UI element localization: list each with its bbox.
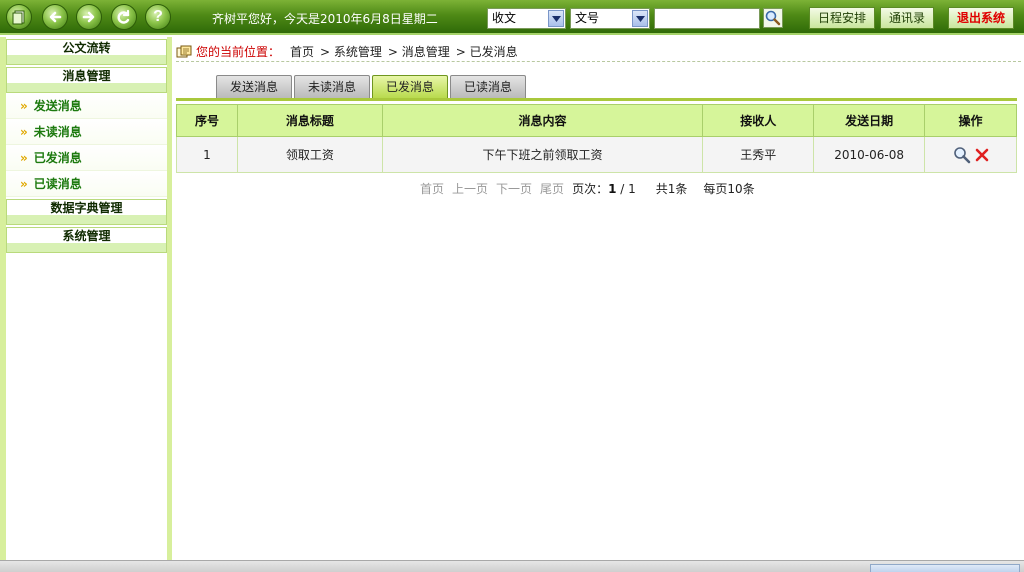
total-count: 共1条 xyxy=(655,182,688,196)
top-toolbar: ? 齐树平您好，今天是2010年6月8日星期二 收文 文号 日程安排 通讯录 退… xyxy=(0,0,1024,35)
cell-title: 领取工资 xyxy=(236,136,383,173)
table-row: 1 领取工资 下午下班之前领取工资 王秀平 2010-06-08 xyxy=(176,136,1017,173)
breadcrumb-home[interactable]: 首页 xyxy=(290,43,314,60)
sidebar-section-document-flow[interactable]: 公文流转 xyxy=(6,39,167,65)
window-bottom-strip xyxy=(0,560,1024,572)
delete-icon[interactable] xyxy=(975,148,989,162)
double-chevron-icon: » xyxy=(20,124,28,139)
category-select[interactable]: 收文 xyxy=(487,8,566,29)
tab-unread-messages[interactable]: 未读消息 xyxy=(294,75,370,99)
message-tabs: 发送消息 未读消息 已发消息 已读消息 xyxy=(216,75,526,99)
total-pages: 1 xyxy=(628,182,636,196)
category-select-value: 收文 xyxy=(492,11,517,25)
sidebar-item-label: 发送消息 xyxy=(33,99,82,113)
double-chevron-icon: » xyxy=(20,150,28,165)
help-glyph: ? xyxy=(153,8,163,25)
tab-sent-messages[interactable]: 已发消息 xyxy=(372,75,448,99)
location-icon xyxy=(176,45,192,57)
cell-index: 1 xyxy=(176,136,238,173)
current-page: 1 xyxy=(608,182,617,196)
chevron-down-icon[interactable] xyxy=(548,10,564,27)
first-page-link[interactable]: 首页 xyxy=(420,180,444,197)
last-page-link[interactable]: 尾页 xyxy=(540,180,564,197)
schedule-button[interactable]: 日程安排 xyxy=(809,7,876,29)
back-arrow-icon[interactable] xyxy=(42,4,68,30)
column-header-actions: 操作 xyxy=(924,104,1017,137)
next-page-link[interactable]: 下一页 xyxy=(496,180,532,197)
page-label: 页次： xyxy=(572,182,609,196)
help-icon[interactable]: ? xyxy=(145,4,171,30)
cell-content: 下午下班之前领取工资 xyxy=(381,136,704,173)
sidebar-item-label: 已发消息 xyxy=(33,151,82,165)
tab-divider xyxy=(176,98,1017,101)
breadcrumb-message-management[interactable]: > 消息管理 xyxy=(388,43,450,60)
sidebar-item-label: 已读消息 xyxy=(33,177,82,191)
tab-read-messages[interactable]: 已读消息 xyxy=(450,75,526,99)
sidebar-section-data-dictionary[interactable]: 数据字典管理 xyxy=(6,199,167,225)
chevron-down-icon[interactable] xyxy=(632,10,648,27)
column-header-content: 消息内容 xyxy=(381,104,704,137)
sidebar-item-sent-messages[interactable]: » 已发消息 xyxy=(6,145,167,171)
main-content: 您的当前位置： 首页 > 系统管理 > 消息管理 > 已发消息 发送消息 未读消… xyxy=(172,37,1024,560)
column-header-date: 发送日期 xyxy=(813,104,926,137)
logout-button[interactable]: 退出系统 xyxy=(948,7,1015,29)
system-tray xyxy=(870,564,1020,572)
breadcrumb-system-management[interactable]: > 系统管理 xyxy=(320,43,382,60)
column-header-title: 消息标题 xyxy=(236,104,383,137)
double-chevron-icon: » xyxy=(20,98,28,113)
cell-receiver: 王秀平 xyxy=(702,136,815,173)
search-input[interactable] xyxy=(654,8,760,29)
sidebar-item-read-messages[interactable]: » 已读消息 xyxy=(6,171,167,197)
sidebar-item-label: 未读消息 xyxy=(33,125,82,139)
breadcrumb-current: > 已发消息 xyxy=(455,45,518,59)
column-header-index: 序号 xyxy=(176,104,238,137)
greeting-text: 齐树平您好，今天是2010年6月8日星期二 xyxy=(212,12,438,26)
sidebar-section-message-management[interactable]: 消息管理 xyxy=(6,67,167,93)
sidebar: 公文流转 消息管理 » 发送消息 » 未读消息 » 已发消息 » 已读消息 数据… xyxy=(0,37,172,560)
view-icon[interactable] xyxy=(953,146,971,164)
cell-actions xyxy=(924,136,1017,173)
field-select-value: 文号 xyxy=(575,11,600,25)
double-chevron-icon: » xyxy=(20,176,28,191)
column-header-receiver: 接收人 xyxy=(702,104,815,137)
sidebar-section-label: 消息管理 xyxy=(62,69,111,83)
cell-date: 2010-06-08 xyxy=(813,136,926,173)
per-page: 每页10条 xyxy=(703,182,755,196)
prev-page-link[interactable]: 上一页 xyxy=(452,180,488,197)
sidebar-section-label: 数据字典管理 xyxy=(50,201,123,215)
sidebar-section-label: 系统管理 xyxy=(62,229,111,243)
search-icon[interactable] xyxy=(763,8,783,28)
refresh-icon[interactable] xyxy=(111,4,137,30)
sidebar-section-system-management[interactable]: 系统管理 xyxy=(6,227,167,253)
tab-send-message[interactable]: 发送消息 xyxy=(216,75,292,99)
sidebar-item-send-message[interactable]: » 发送消息 xyxy=(6,93,167,119)
table-header-row: 序号 消息标题 消息内容 接收人 发送日期 操作 xyxy=(176,104,1017,137)
page-indicator: 页次：1 / 1 xyxy=(572,180,636,197)
location-label: 您的当前位置： xyxy=(196,45,281,59)
page-separator: / xyxy=(620,182,625,196)
sidebar-section-label: 公文流转 xyxy=(62,41,111,55)
message-table: 序号 消息标题 消息内容 接收人 发送日期 操作 1 领取工资 下午下班之前领取… xyxy=(176,104,1017,173)
document-icon[interactable] xyxy=(6,4,32,30)
pagination: 首页 上一页 下一页 尾页 页次：1 / 1 共1条 每页10条 xyxy=(420,180,755,197)
field-select[interactable]: 文号 xyxy=(570,8,650,29)
contacts-button[interactable]: 通讯录 xyxy=(880,7,935,29)
breadcrumb: 您的当前位置： 首页 > 系统管理 > 消息管理 > 已发消息 xyxy=(176,42,1021,62)
sidebar-item-unread-messages[interactable]: » 未读消息 xyxy=(6,119,167,145)
forward-arrow-icon[interactable] xyxy=(76,4,102,30)
